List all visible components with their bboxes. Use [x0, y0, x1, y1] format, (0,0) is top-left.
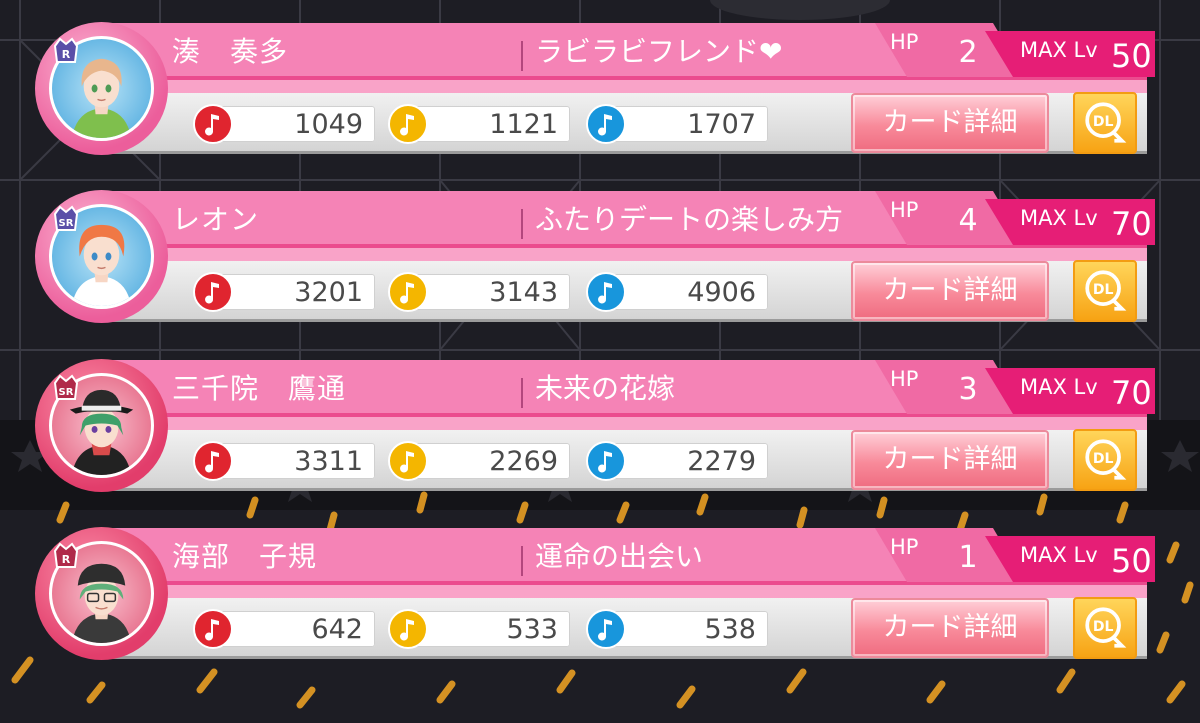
- download-button[interactable]: DL: [1073, 260, 1137, 322]
- stat-value: 1121: [489, 109, 558, 140]
- max-level-value: 70: [1111, 374, 1152, 412]
- music-note-yellow-icon: [388, 104, 428, 144]
- rarity-badge-icon: SR: [51, 373, 81, 403]
- card-row: レオン ふたりデートの楽しみ方 HP 4 MAX Lv 70 SR 3201 3…: [35, 188, 1155, 323]
- max-level-label: MAX Lv: [1020, 38, 1098, 62]
- hp-value: 4: [958, 203, 978, 238]
- card-detail-button[interactable]: カード詳細: [851, 261, 1049, 321]
- stat-value: 3311: [294, 446, 363, 477]
- card-row: 海部 子規 運命の出会い HP 1 MAX Lv 50 R 642 533 53…: [35, 525, 1155, 660]
- svg-text:DL: DL: [1093, 282, 1114, 298]
- rarity-badge-icon: R: [51, 541, 81, 571]
- music-note-red-icon: [193, 104, 233, 144]
- stat-value: 533: [506, 614, 558, 645]
- svg-text:R: R: [62, 48, 71, 61]
- music-note-blue-icon: [586, 609, 626, 649]
- download-icon: DL: [1085, 270, 1127, 311]
- rarity-badge-icon: SR: [51, 204, 81, 234]
- download-button[interactable]: DL: [1073, 92, 1137, 154]
- hp-value: 3: [958, 372, 978, 407]
- download-icon: DL: [1085, 102, 1127, 143]
- download-button[interactable]: DL: [1073, 597, 1137, 659]
- stat-value: 3201: [294, 277, 363, 308]
- music-note-red-icon: [193, 609, 233, 649]
- svg-text:DL: DL: [1093, 451, 1114, 467]
- svg-text:SR: SR: [59, 387, 74, 398]
- max-level-label: MAX Lv: [1020, 543, 1098, 567]
- stat-value: 538: [704, 614, 756, 645]
- max-level-label: MAX Lv: [1020, 375, 1098, 399]
- card-title: 未来の花嫁: [535, 372, 676, 405]
- stat-value: 1707: [687, 109, 756, 140]
- hp-label: HP: [890, 535, 919, 559]
- card-title: ふたりデートの楽しみ方: [535, 203, 844, 236]
- card-title: 運命の出会い: [535, 540, 704, 573]
- rarity-badge-icon: R: [51, 36, 81, 66]
- music-note-red-icon: [193, 272, 233, 312]
- character-portrait[interactable]: SR: [35, 359, 168, 492]
- max-level-value: 50: [1111, 542, 1152, 580]
- character-portrait[interactable]: R: [35, 527, 168, 660]
- music-note-blue-icon: [586, 272, 626, 312]
- character-name: 三千院 鷹通: [172, 372, 347, 405]
- character-portrait[interactable]: SR: [35, 190, 168, 323]
- hp-value: 1: [958, 540, 978, 575]
- hp-label: HP: [890, 198, 919, 222]
- svg-text:SR: SR: [59, 218, 74, 229]
- character-name: 海部 子規: [172, 540, 318, 573]
- character-name: 湊 奏多: [172, 35, 289, 68]
- character-portrait[interactable]: R: [35, 22, 168, 155]
- download-icon: DL: [1085, 607, 1127, 648]
- stat-value: 3143: [489, 277, 558, 308]
- card-row: 湊 奏多 ラビラビフレンド❤ HP 2 MAX Lv 50 R 1049 112…: [35, 20, 1155, 155]
- download-button[interactable]: DL: [1073, 429, 1137, 491]
- max-level-value: 50: [1111, 37, 1152, 75]
- download-icon: DL: [1085, 439, 1127, 480]
- svg-text:DL: DL: [1093, 619, 1114, 635]
- music-note-yellow-icon: [388, 441, 428, 481]
- stat-value: 1049: [294, 109, 363, 140]
- character-name: レオン: [172, 203, 260, 236]
- music-note-yellow-icon: [388, 272, 428, 312]
- music-note-blue-icon: [586, 441, 626, 481]
- card-detail-button[interactable]: カード詳細: [851, 598, 1049, 658]
- music-note-yellow-icon: [388, 609, 428, 649]
- card-title: ラビラビフレンド❤: [535, 35, 783, 68]
- max-level-value: 70: [1111, 205, 1152, 243]
- stat-value: 4906: [687, 277, 756, 308]
- hp-label: HP: [890, 30, 919, 54]
- max-level-label: MAX Lv: [1020, 206, 1098, 230]
- card-detail-button[interactable]: カード詳細: [851, 430, 1049, 490]
- hp-label: HP: [890, 367, 919, 391]
- music-note-red-icon: [193, 441, 233, 481]
- stat-value: 2279: [687, 446, 756, 477]
- hp-value: 2: [958, 35, 978, 70]
- stat-value: 642: [311, 614, 363, 645]
- stat-value: 2269: [489, 446, 558, 477]
- svg-text:DL: DL: [1093, 114, 1114, 130]
- music-note-blue-icon: [586, 104, 626, 144]
- card-detail-button[interactable]: カード詳細: [851, 93, 1049, 153]
- card-row: 三千院 鷹通 未来の花嫁 HP 3 MAX Lv 70 SR 3311 2269: [35, 357, 1155, 492]
- svg-text:R: R: [62, 553, 71, 566]
